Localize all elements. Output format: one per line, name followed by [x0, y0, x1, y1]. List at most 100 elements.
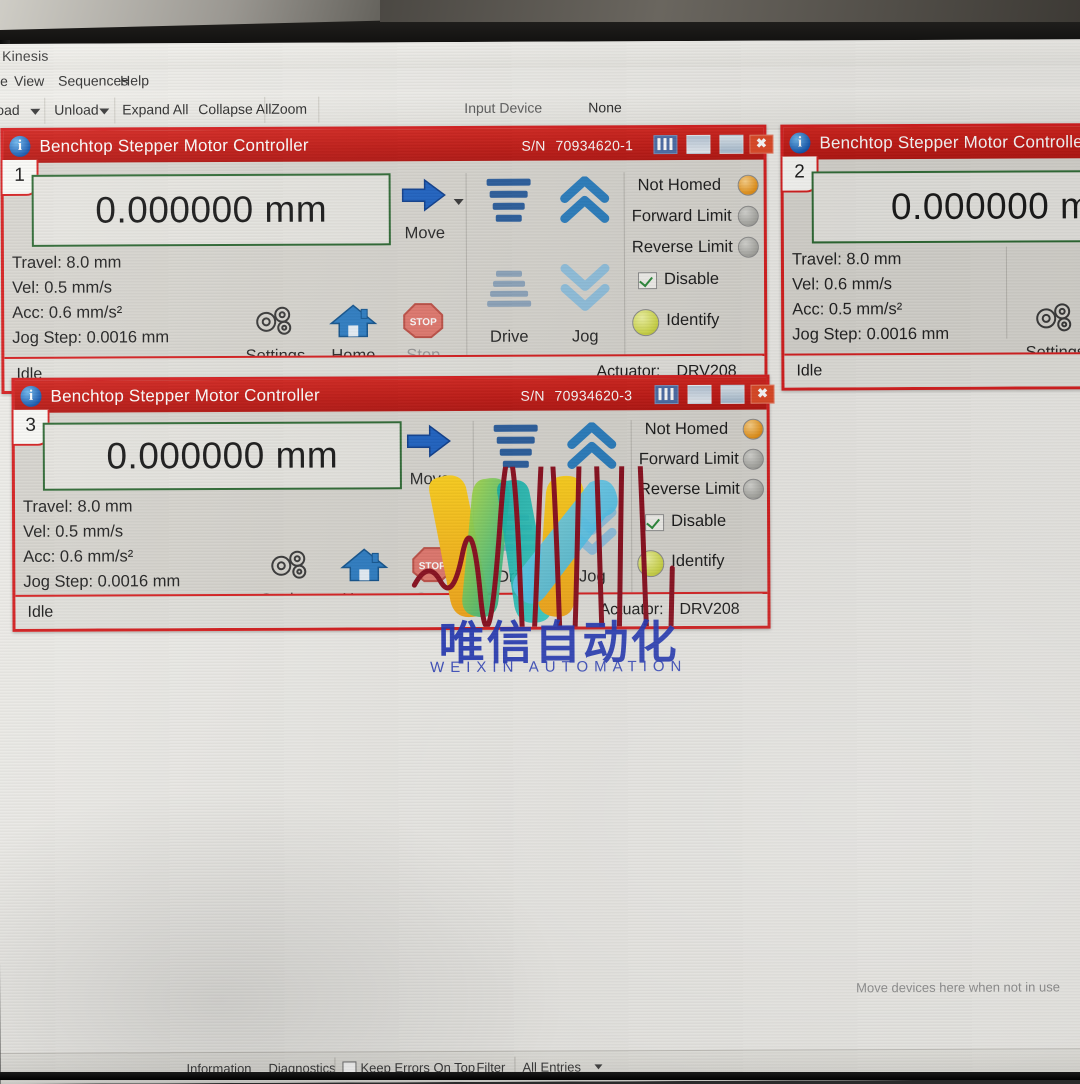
toolbar-separator-2 [114, 97, 116, 124]
move-arrow-icon [401, 178, 446, 212]
panel-3-params: Travel: 8.0 mm Vel: 0.5 mm/s Acc: 0.6 mm… [23, 494, 180, 595]
panel-2-status-text: Idle [796, 362, 823, 380]
drive-bars-icon [493, 424, 539, 551]
panel-1-not-homed-led [737, 174, 759, 196]
panel-3-drive-label: Drive [497, 567, 536, 586]
close-icon[interactable]: ✖ [749, 134, 774, 154]
toolbar-load-caret-icon[interactable] [30, 108, 41, 115]
panel-2-header: i Benchtop Stepper Motor Controller [783, 125, 1080, 160]
menu-item-help[interactable]: Help [120, 72, 149, 88]
toolbar-zoom-button[interactable]: Zoom [271, 101, 307, 117]
panel-3-serial-number: 70934620-3 [554, 387, 633, 404]
gear-icon [271, 550, 307, 579]
panel-1-move-button[interactable]: Move [396, 177, 454, 243]
app-title: Kinesis [2, 47, 49, 64]
device-panel-3[interactable]: i Benchtop Stepper Motor Controller S/N … [11, 374, 775, 632]
toolbar-separator-1 [44, 97, 46, 124]
panel-3-velocity: Vel: 0.5 mm/s [23, 522, 124, 541]
toolbar-collapse-all-button[interactable]: Collapse All [198, 101, 271, 117]
panel-3-jog-step: Jog Step: 0.0016 mm [23, 572, 181, 591]
background-wall-right [380, 0, 1080, 22]
all-entries-caret-icon[interactable] [594, 1064, 603, 1070]
minimize-icon[interactable] [686, 134, 711, 154]
panel-3-move-button[interactable]: Move [401, 423, 459, 489]
toolbar-input-device-label: Input Device [464, 99, 543, 116]
panel-3-disable-label: Disable [671, 511, 727, 531]
panel-1-title: Benchtop Stepper Motor Controller [39, 135, 309, 156]
info-icon[interactable]: i [789, 132, 811, 154]
panel-1-jog-button[interactable]: Jog [552, 175, 619, 346]
panel-layout-icon[interactable] [653, 135, 678, 155]
panel-3-actuator-value: DRV208 [679, 600, 740, 619]
panel-3-serial-label: S/N [520, 387, 545, 404]
panel-3-jog-label: Jog [578, 567, 606, 586]
panel-1-jog-step: Jog Step: 0.0016 mm [12, 328, 170, 347]
gear-icon [256, 306, 292, 335]
panel-layout-icon[interactable] [654, 385, 679, 405]
home-icon [329, 304, 378, 338]
panel-1-drive-button[interactable]: Drive [476, 177, 543, 347]
toolbar-separator-4 [318, 96, 320, 123]
panel-3-drive-button[interactable]: Drive [483, 423, 550, 587]
toolbar-unload-caret-icon[interactable] [99, 108, 110, 115]
panel-3-travel: Travel: 8.0 mm [22, 497, 133, 516]
device-panel-2[interactable]: i Benchtop Stepper Motor Controller 2 0.… [780, 122, 1080, 391]
panel-1-divider-1 [465, 172, 468, 363]
menu-item-view[interactable]: View [14, 73, 44, 89]
panel-1-jog-label: Jog [571, 327, 599, 346]
panel-1-reverse-limit-label: Reverse Limit [631, 237, 733, 257]
stop-icon: STOP [412, 547, 453, 583]
panel-3-status-bar: Idle Actuator: DRV208 [15, 591, 768, 629]
panel-1-divider-2 [623, 172, 626, 363]
gear-icon [1036, 303, 1072, 332]
toolbar-unload-button[interactable]: Unload [54, 102, 98, 118]
panel-1-drive-label: Drive [489, 327, 529, 346]
panel-3-jog-button[interactable]: Jog [559, 421, 626, 586]
background-wall-left [0, 0, 420, 31]
panel-1-forward-limit-label: Forward Limit [631, 206, 732, 226]
toolbar-input-device-value[interactable]: None [588, 99, 622, 115]
panel-3-forward-limit-led [742, 448, 764, 470]
panel-1-disable-label: Disable [663, 269, 720, 289]
minimize-icon[interactable] [687, 384, 712, 404]
restore-icon[interactable] [719, 134, 744, 154]
panel-2-status-bar: Idle [784, 351, 1080, 388]
panel-2-travel: Travel: 8.0 mm [791, 250, 902, 269]
panel-3-disable-checkbox[interactable] [645, 514, 665, 532]
watermark-english-text: WEIXIN AUTOMATION [430, 657, 688, 677]
monitor-bezel-bottom [0, 1072, 1080, 1080]
panel-3-position-readout[interactable]: 0.000000 mm [42, 421, 402, 491]
panel-3-reverse-limit-label: Reverse Limit [638, 479, 740, 499]
panel-2-position-readout[interactable]: 0.000000 m [811, 169, 1080, 244]
menu-item-file[interactable]: e [0, 73, 8, 89]
panel-1-params: Travel: 8.0 mm Vel: 0.5 mm/s Acc: 0.6 mm… [12, 250, 169, 351]
restore-icon[interactable] [720, 384, 745, 404]
menu-item-sequences[interactable]: Sequences [58, 72, 128, 88]
panel-3-forward-limit-label: Forward Limit [638, 449, 739, 469]
info-icon[interactable]: i [20, 385, 42, 407]
panel-1-acceleration: Acc: 0.6 mm/s² [12, 303, 123, 322]
svg-text:STOP: STOP [419, 561, 446, 572]
panel-2-jog-step: Jog Step: 0.0016 mm [792, 324, 950, 344]
close-icon[interactable]: ✖ [750, 384, 775, 404]
panel-1-identify-led[interactable] [632, 309, 660, 337]
panel-3-status-text: Idle [27, 603, 54, 621]
panel-2-title: Benchtop Stepper Motor Controller [819, 132, 1080, 153]
toolbar-load-button[interactable]: oad [0, 102, 20, 118]
panel-3-identify-led[interactable] [637, 550, 665, 578]
device-panel-1[interactable]: i Benchtop Stepper Motor Controller S/N … [0, 124, 774, 394]
panel-3-title: Benchtop Stepper Motor Controller [50, 385, 320, 406]
panel-1-move-caret-icon[interactable] [453, 198, 464, 206]
panel-3-identify-label: Identify [671, 551, 725, 571]
toolbar-expand-all-button[interactable]: Expand All [122, 101, 188, 117]
panel-2-velocity: Vel: 0.6 mm/s [792, 275, 893, 294]
panel-1-position-readout[interactable]: 0.000000 mm [31, 173, 391, 247]
panel-2-divider-1 [1005, 246, 1008, 339]
stop-icon: STOP [403, 303, 444, 339]
info-icon[interactable]: i [9, 135, 31, 157]
panel-1-disable-checkbox[interactable] [638, 272, 658, 290]
panel-1-move-label: Move [404, 224, 446, 243]
panel-3-divider-2 [630, 420, 633, 605]
panel-1-serial-label: S/N [521, 137, 546, 154]
drive-bars-icon [486, 178, 532, 307]
